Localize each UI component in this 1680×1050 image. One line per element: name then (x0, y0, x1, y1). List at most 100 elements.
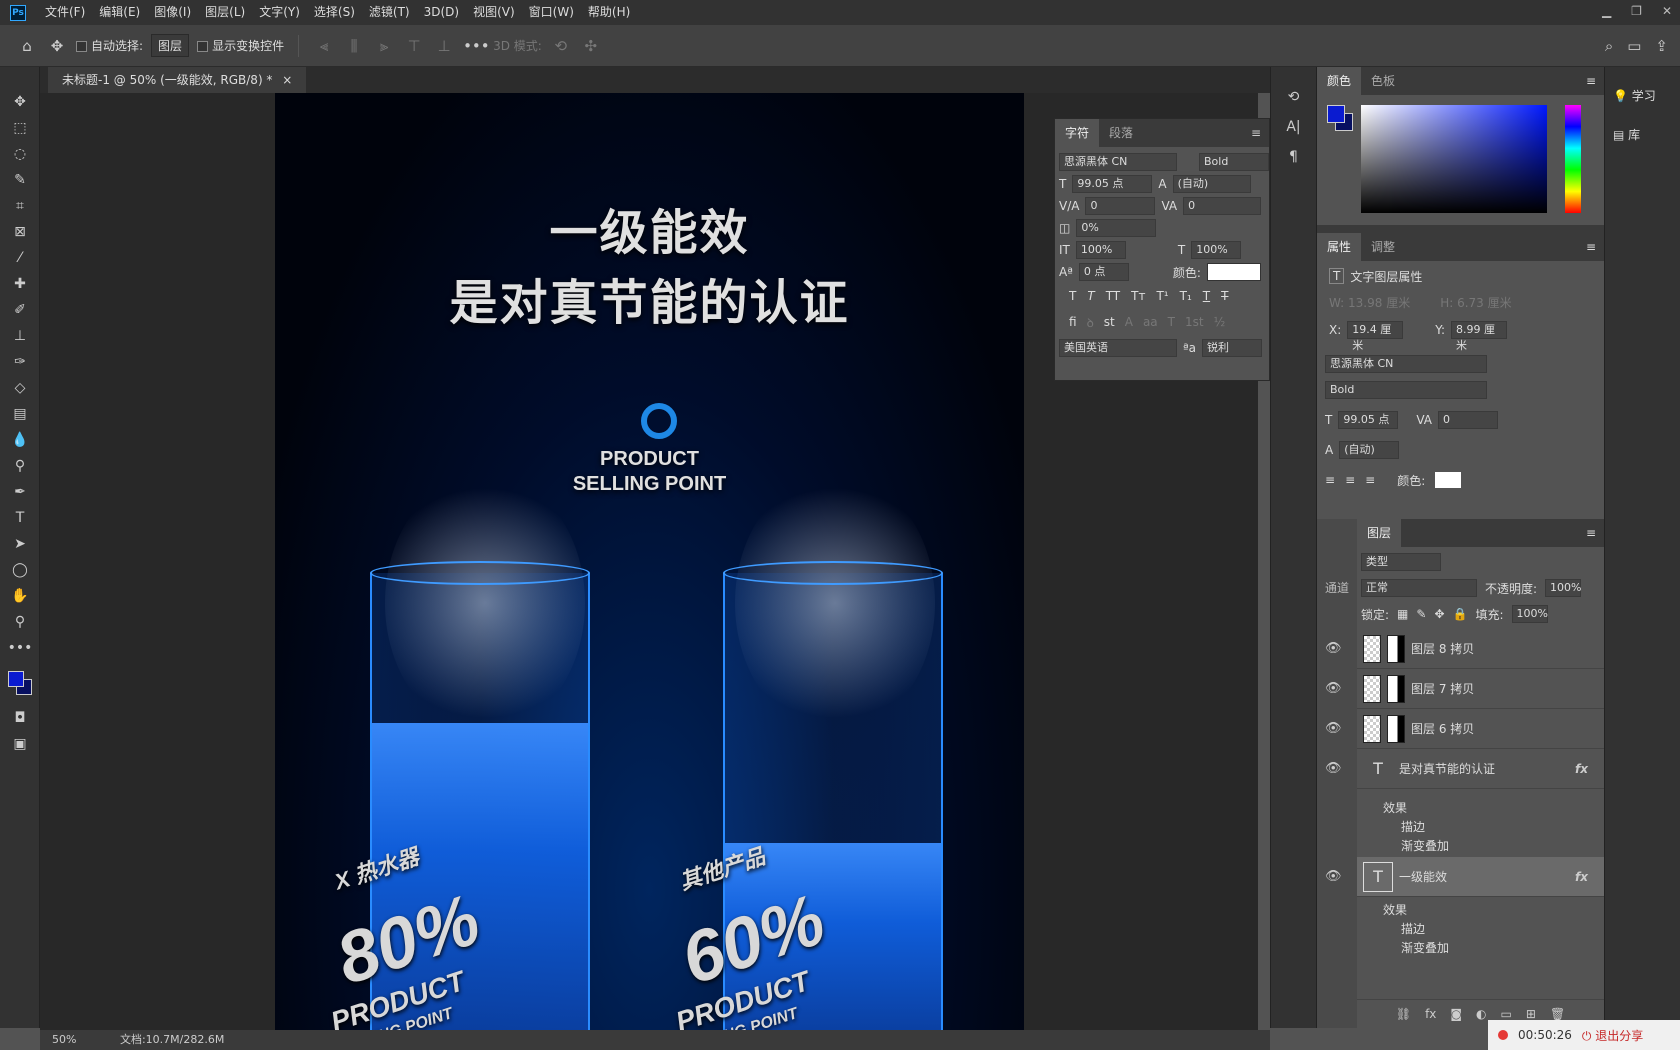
menu-image[interactable]: 图像(I) (147, 0, 198, 25)
library-button[interactable]: ▤ 库 (1613, 126, 1680, 143)
align-middle-icon[interactable]: ⊥ (433, 37, 455, 55)
tsume-field[interactable]: 0% (1076, 219, 1157, 237)
effect-gradient-overlay[interactable]: 渐变叠加 (1401, 939, 1449, 956)
height-field[interactable]: H: 6.73 厘米 (1440, 294, 1511, 311)
frame-tool-icon[interactable]: ⊠ (0, 219, 40, 245)
align-left-text-icon[interactable]: ≡ (1325, 473, 1335, 487)
fx-badge[interactable]: fx (1575, 762, 1588, 776)
zoom-level[interactable]: 50% (52, 1033, 76, 1046)
superscript-icon[interactable]: T¹ (1156, 289, 1168, 303)
color-panel-menu-icon[interactable]: ≡ (1586, 74, 1596, 88)
tab-swatches[interactable]: 色板 (1361, 67, 1405, 95)
swash-icon[interactable]: A (1125, 315, 1133, 329)
menu-type[interactable]: 文字(Y) (252, 0, 307, 25)
blend-mode-dropdown[interactable]: 正常 (1361, 579, 1477, 597)
crop-tool-icon[interactable]: ⌗ (0, 193, 40, 219)
foreground-color-swatch[interactable] (8, 671, 24, 687)
layer-filter-dropdown[interactable]: 类型 (1361, 553, 1441, 571)
add-style-icon[interactable]: fx (1425, 1007, 1436, 1021)
menu-view[interactable]: 视图(V) (466, 0, 522, 25)
properties-style-dropdown[interactable]: Bold (1325, 381, 1487, 399)
layer-row[interactable]: 👁 图层 8 拷贝 (1325, 629, 1604, 669)
visibility-eye-icon[interactable]: 👁 (1325, 761, 1342, 776)
kerning-field[interactable]: 0 (1085, 197, 1156, 215)
brush-tool-icon[interactable]: ✐ (0, 297, 40, 323)
visibility-eye-icon[interactable]: 👁 (1325, 681, 1342, 696)
move-tool-icon[interactable]: ✥ (46, 37, 68, 55)
menu-edit[interactable]: 编辑(E) (92, 0, 147, 25)
layer-row[interactable]: 👁 图层 6 拷贝 (1325, 709, 1604, 749)
move-tool-icon[interactable]: ✥ (0, 89, 40, 115)
search-icon[interactable]: ⌕ (1605, 37, 1613, 55)
faux-bold-icon[interactable]: T (1069, 289, 1076, 303)
horizontal-scale-field[interactable]: 100% (1191, 241, 1242, 259)
language-dropdown[interactable]: 美国英语 (1059, 339, 1177, 357)
fill-field[interactable]: 100% (1511, 605, 1548, 623)
effect-stroke[interactable]: 描边 (1401, 818, 1425, 835)
character-panel-icon[interactable]: A| (1286, 119, 1300, 135)
eyedropper-tool-icon[interactable]: ⁄ (0, 245, 40, 271)
menu-layer[interactable]: 图层(L) (198, 0, 252, 25)
properties-menu-icon[interactable]: ≡ (1586, 240, 1596, 254)
subscript-icon[interactable]: T₁ (1180, 289, 1192, 303)
ellipse-tool-icon[interactable]: ◯ (0, 557, 40, 583)
auto-select-checkbox[interactable]: 自动选择: (76, 37, 143, 54)
lock-position-icon[interactable]: ✥ (1434, 607, 1444, 621)
history-icon[interactable]: ⟲ (1288, 89, 1300, 105)
close-tab-icon[interactable]: × (282, 73, 292, 87)
quick-select-tool-icon[interactable]: ✎ (0, 167, 40, 193)
gradient-tool-icon[interactable]: ▤ (0, 401, 40, 427)
menu-3d[interactable]: 3D(D) (417, 0, 466, 25)
stylistic-alt-icon[interactable]: aa (1143, 315, 1158, 329)
delete-layer-icon[interactable]: 🗑 (1550, 1007, 1565, 1021)
menu-filter[interactable]: 滤镜(T) (362, 0, 417, 25)
align-left-icon[interactable]: ⫷ (313, 37, 335, 55)
align-right-icon[interactable]: ⫸ (373, 37, 395, 55)
layer-row[interactable]: 👁 图层 7 拷贝 (1325, 669, 1604, 709)
y-field[interactable]: 8.99 厘米 (1451, 321, 1508, 352)
exit-share-button[interactable]: ⏻ 退出分享 (1582, 1027, 1643, 1044)
link-layers-icon[interactable]: ⛓ (1396, 1007, 1411, 1021)
leading-field[interactable]: (自动) (1172, 175, 1251, 193)
align-center-icon[interactable]: ⫼ (343, 37, 365, 55)
baseline-field[interactable]: 0 点 (1078, 263, 1129, 281)
underline-icon[interactable]: T (1203, 289, 1210, 303)
minimize-icon[interactable]: ▁ (1602, 0, 1611, 22)
close-icon[interactable]: ✕ (1662, 0, 1672, 22)
artboard[interactable]: 一级能效 是对真节能的认证 PRODUCT SELLING POINT X 热水… (275, 93, 1024, 1030)
screen-mode-icon[interactable]: ▣ (0, 731, 40, 757)
history-brush-tool-icon[interactable]: ✑ (0, 349, 40, 375)
zoom-tool-icon[interactable]: ⚲ (0, 609, 40, 635)
tab-paragraph[interactable]: 段落 (1099, 119, 1143, 147)
align-center-text-icon[interactable]: ≡ (1345, 473, 1355, 487)
opacity-field[interactable]: 100% (1545, 579, 1582, 597)
marquee-tool-icon[interactable]: ⬚ (0, 115, 40, 141)
menu-select[interactable]: 选择(S) (307, 0, 362, 25)
saturation-brightness-field[interactable] (1361, 105, 1547, 213)
visibility-eye-icon[interactable]: 👁 (1325, 641, 1342, 656)
properties-tracking-field[interactable]: 0 (1438, 411, 1498, 429)
3d-pan-icon[interactable]: ✣ (580, 37, 602, 55)
hue-slider[interactable] (1565, 105, 1581, 213)
layer-row-selected[interactable]: 👁 T 一级能效 fx (1325, 857, 1604, 897)
tab-color[interactable]: 颜色 (1317, 67, 1362, 95)
fractions-icon[interactable]: ½ (1214, 315, 1226, 329)
tab-properties[interactable]: 属性 (1317, 233, 1362, 261)
properties-size-field[interactable]: 99.05 点 (1338, 411, 1399, 429)
menu-help[interactable]: 帮助(H) (581, 0, 637, 25)
alt-ligature-icon[interactable]: ꝺ (1087, 314, 1094, 331)
fx-badge[interactable]: fx (1575, 870, 1588, 884)
font-family-dropdown[interactable]: 思源黑体 CN (1059, 153, 1177, 171)
share-icon[interactable]: ⇪ (1655, 37, 1668, 55)
auto-select-target-dropdown[interactable]: 图层 (151, 34, 190, 57)
stamp-tool-icon[interactable]: ⊥ (0, 323, 40, 349)
anti-alias-dropdown[interactable]: 锐利 (1202, 339, 1263, 357)
tab-layers[interactable]: 图层 (1357, 519, 1402, 547)
properties-font-dropdown[interactable]: 思源黑体 CN (1325, 355, 1487, 373)
lock-image-icon[interactable]: ✎ (1416, 607, 1426, 621)
dodge-tool-icon[interactable]: ⚲ (0, 453, 40, 479)
layer-row[interactable]: 👁 T 是对真节能的认证 fx (1325, 749, 1604, 789)
3d-rotate-icon[interactable]: ⟲ (550, 37, 572, 55)
fg-swatch[interactable] (1327, 105, 1345, 123)
effect-stroke[interactable]: 描边 (1401, 920, 1425, 937)
